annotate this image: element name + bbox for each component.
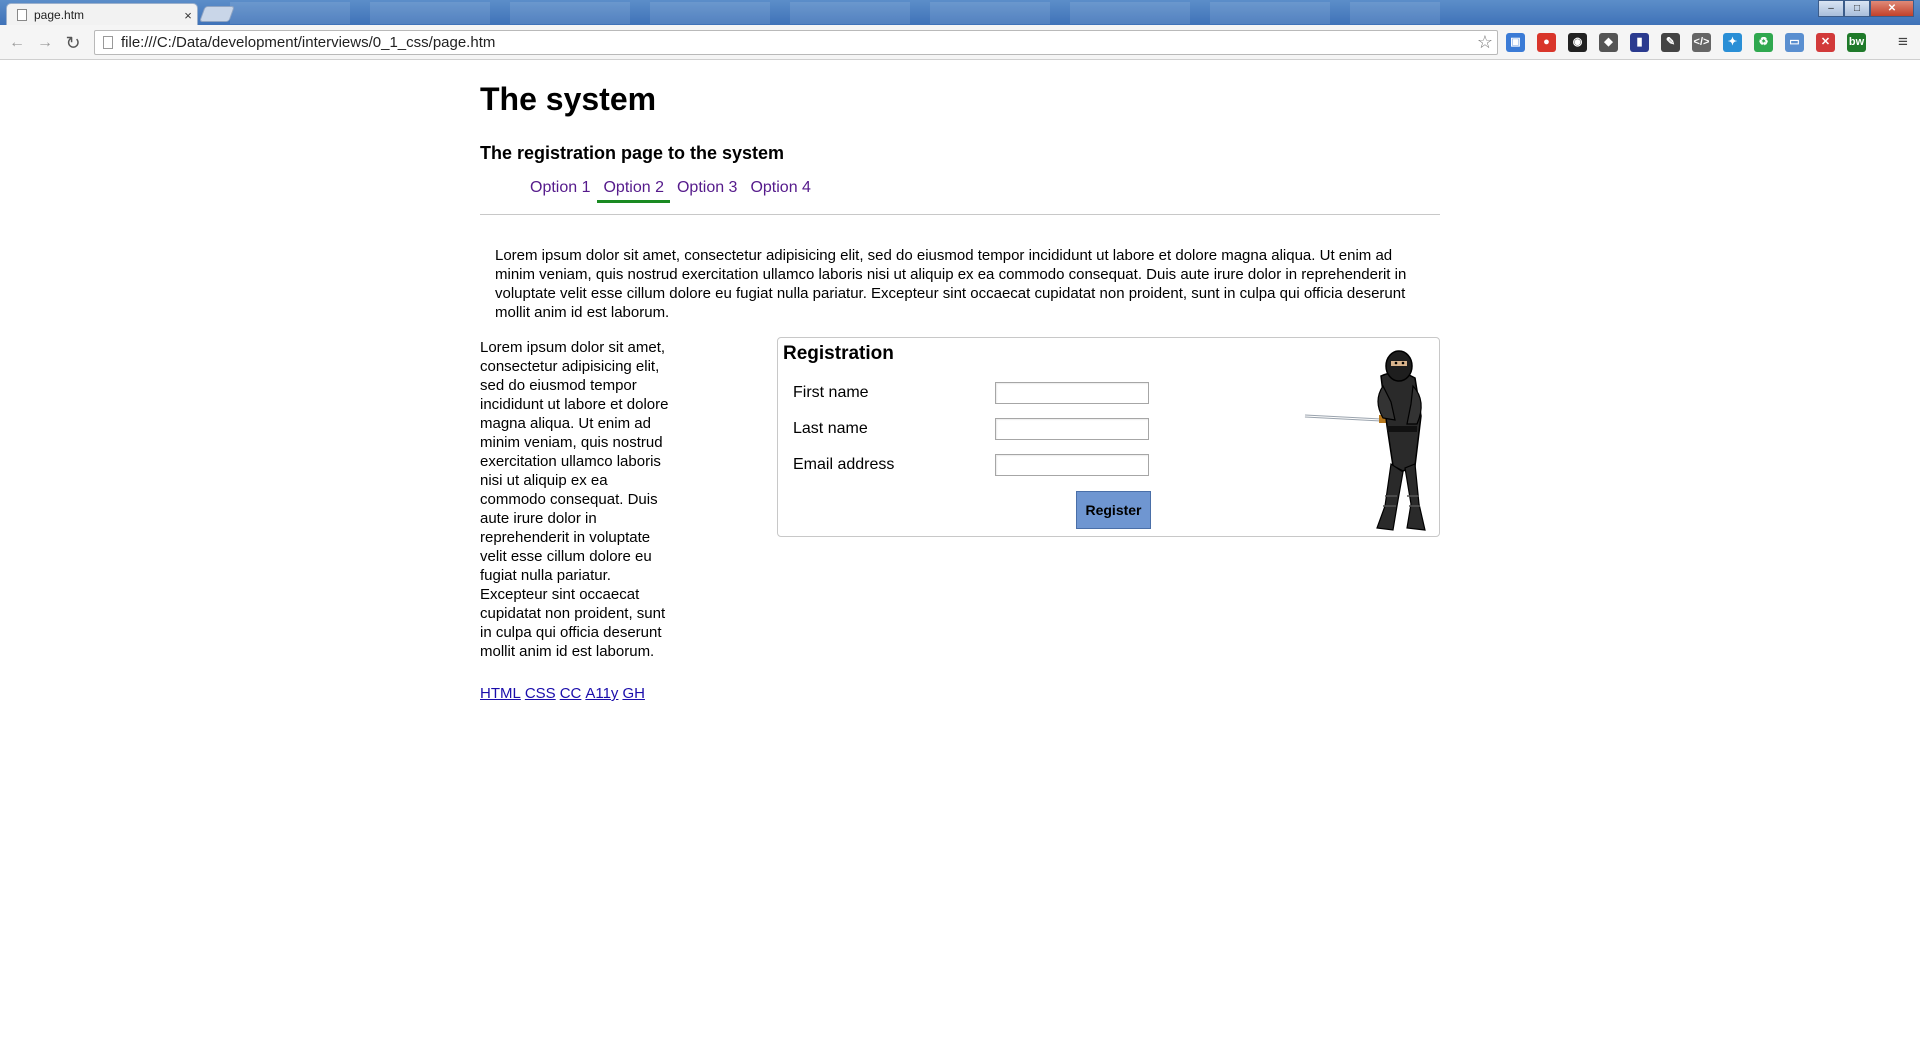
black-circle-extension-icon[interactable]: ◉ [1568, 33, 1587, 52]
intro-paragraph: Lorem ipsum dolor sit amet, consectetur … [495, 247, 1407, 321]
last-name-label: Last name [793, 420, 868, 437]
tab-close-icon[interactable]: × [179, 8, 197, 23]
nav-option-2[interactable]: Option 2 [597, 179, 670, 203]
extension-icons: ▣ ● ◉ ◆ ▮ ✎ </> ✦ ♻ ▭ ✕ bw [1506, 33, 1866, 53]
window-controls: – □ ✕ [1818, 0, 1914, 18]
first-name-row: First name [793, 381, 1149, 405]
footer-link-cc[interactable]: CC [560, 685, 582, 702]
red-x-extension-icon[interactable]: ✕ [1816, 33, 1835, 52]
main-nav: Option 1 Option 2 Option 3 Option 4 [524, 179, 818, 203]
footer-link-html[interactable]: HTML [480, 685, 521, 702]
email-label: Email address [793, 456, 895, 473]
bw-extension-icon[interactable]: bw [1847, 33, 1866, 52]
evernote-extension-icon[interactable]: ✎ [1661, 33, 1680, 52]
email-field[interactable] [995, 454, 1149, 476]
browser-tab-active[interactable]: page.htm × [6, 3, 198, 26]
code-extension-icon[interactable]: </> [1692, 33, 1711, 52]
sidebar-paragraph: Lorem ipsum dolor sit amet, consectetur … [480, 339, 669, 660]
blue-tool-extension-icon[interactable]: ✦ [1723, 33, 1742, 52]
browser-menu-icon[interactable]: ≡ [1894, 33, 1912, 51]
nav-divider [480, 214, 1440, 215]
register-button[interactable]: Register [1076, 491, 1151, 529]
diamond-extension-icon[interactable]: ◆ [1599, 33, 1618, 52]
ninja-illustration [1304, 350, 1426, 531]
green-extension-icon[interactable]: ♻ [1754, 33, 1773, 52]
page-icon [103, 36, 113, 49]
footer-link-css[interactable]: CSS [525, 685, 556, 702]
footer-link-a11y[interactable]: A11y [585, 685, 618, 702]
screen-capture-icon[interactable]: ▣ [1506, 33, 1525, 52]
minimize-button[interactable]: – [1818, 0, 1844, 17]
reload-icon[interactable]: ↻ [62, 32, 84, 54]
bookmark-star-icon[interactable]: ☆ [1473, 32, 1497, 53]
last-name-field[interactable] [995, 418, 1149, 440]
maximize-button[interactable]: □ [1844, 0, 1870, 17]
page-viewport: The system The registration page to the … [0, 61, 1920, 1038]
nav-option-1[interactable]: Option 1 [524, 179, 596, 203]
red-extension-icon[interactable]: ● [1537, 33, 1556, 52]
address-bar[interactable]: file:///C:/Data/development/interviews/0… [94, 30, 1498, 55]
window-extension-icon[interactable]: ▭ [1785, 33, 1804, 52]
browser-title-bar: page.htm × – □ ✕ [0, 0, 1920, 26]
nav-option-4[interactable]: Option 4 [744, 179, 816, 203]
email-row: Email address [793, 453, 1149, 477]
nav-option-3[interactable]: Option 3 [671, 179, 743, 203]
forward-arrow-icon[interactable]: → [34, 32, 56, 54]
browser-toolbar: ← → ↻ file:///C:/Data/development/interv… [0, 25, 1920, 60]
registration-heading: Registration [783, 343, 894, 364]
new-tab-button[interactable] [199, 6, 235, 22]
background-tabs [230, 2, 1440, 24]
book-extension-icon[interactable]: ▮ [1630, 33, 1649, 52]
back-arrow-icon[interactable]: ← [6, 32, 28, 54]
page-subtitle: The registration page to the system [480, 143, 785, 163]
footer-link-gh[interactable]: GH [622, 685, 645, 702]
footer-links: HTML CSS CC A11y GH [480, 685, 645, 702]
registration-panel: Registration First name Last name Email … [777, 337, 1440, 537]
close-window-button[interactable]: ✕ [1870, 0, 1914, 17]
url-text[interactable]: file:///C:/Data/development/interviews/0… [121, 34, 1473, 51]
first-name-label: First name [793, 384, 869, 401]
page-file-icon [17, 9, 27, 21]
page-title: The system [480, 81, 657, 117]
first-name-field[interactable] [995, 382, 1149, 404]
last-name-row: Last name [793, 417, 1149, 441]
tab-title: page.htm [34, 8, 85, 22]
